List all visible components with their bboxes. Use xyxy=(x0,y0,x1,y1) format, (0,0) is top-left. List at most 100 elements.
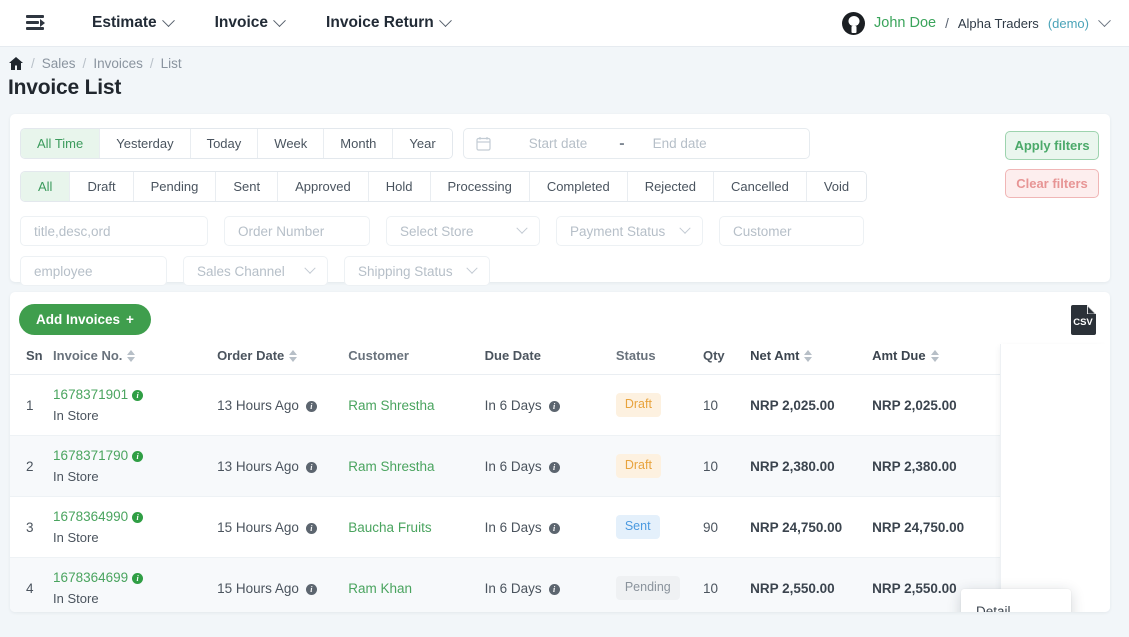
invoice-source: In Store xyxy=(53,408,99,423)
status-filter-pending[interactable]: Pending xyxy=(133,172,217,201)
status-filter-rejected[interactable]: Rejected xyxy=(627,172,714,201)
cell-net-amt: NRP 2,025.00 xyxy=(750,374,873,436)
invoice-number-link[interactable]: 1678364990 xyxy=(53,509,128,524)
status-filter-group: All Draft Pending Sent Approved Hold Pro… xyxy=(20,171,868,202)
column-label-invoice-no: Invoice No. xyxy=(53,348,123,363)
chevron-down-icon xyxy=(466,262,478,274)
column-header-order-date[interactable]: Order Date xyxy=(217,335,349,375)
info-icon[interactable]: i xyxy=(548,583,560,595)
column-header-invoice-no[interactable]: Invoice No. xyxy=(53,335,218,375)
filters-panel: All Time Yesterday Today Week Month Year… xyxy=(10,114,1110,286)
column-header-amt-due[interactable]: Amt Due xyxy=(872,335,998,375)
info-icon[interactable]: i xyxy=(132,451,144,462)
invoice-table: Sn Invoice No. Order Date Customer Due D… xyxy=(10,335,1110,612)
payment-status-dropdown[interactable]: Payment Status xyxy=(556,216,703,246)
time-range-all-time[interactable]: All Time xyxy=(21,129,101,158)
nav-item-estimate[interactable]: Estimate xyxy=(92,13,175,32)
shipping-status-dropdown[interactable]: Shipping Status xyxy=(344,256,490,286)
customer-input[interactable]: Customer xyxy=(719,216,864,246)
cell-status: Draft xyxy=(615,435,703,497)
column-header-net-amt[interactable]: Net Amt xyxy=(750,335,873,375)
user-separator: / xyxy=(945,15,949,31)
customer-link[interactable]: Baucha Fruits xyxy=(348,520,431,535)
invoice-number-link[interactable]: 1678371790 xyxy=(53,448,128,463)
date-range-picker[interactable]: Start date - End date xyxy=(462,128,810,159)
time-range-week[interactable]: Week xyxy=(258,129,325,158)
time-range-month[interactable]: Month xyxy=(324,129,394,158)
info-icon[interactable]: i xyxy=(305,583,317,595)
end-date-input[interactable]: End date xyxy=(653,136,707,151)
hamburger-collapse-icon[interactable] xyxy=(26,14,48,32)
breadcrumb-item-invoices[interactable]: Invoices xyxy=(93,56,143,71)
add-invoices-button[interactable]: Add Invoices + xyxy=(19,304,151,335)
nav-item-invoice-return[interactable]: Invoice Return xyxy=(326,13,452,32)
sort-icon[interactable] xyxy=(289,350,298,362)
info-icon[interactable]: i xyxy=(548,461,560,473)
status-filter-hold[interactable]: Hold xyxy=(368,172,431,201)
sales-channel-dropdown[interactable]: Sales Channel xyxy=(183,256,328,286)
info-icon[interactable]: i xyxy=(548,400,560,412)
sort-icon[interactable] xyxy=(804,350,813,362)
info-icon[interactable]: i xyxy=(548,522,560,534)
status-filter-all[interactable]: All xyxy=(21,172,71,201)
apply-filters-button[interactable]: Apply filters xyxy=(1005,131,1099,160)
breadcrumb-item-sales[interactable]: Sales xyxy=(42,56,76,71)
plus-icon: + xyxy=(126,312,134,327)
date-range-dash: - xyxy=(619,134,625,152)
order-date-value: 13 Hours Ago xyxy=(217,458,299,474)
menu-item-detail[interactable]: Detail xyxy=(961,598,1071,613)
cell-status: Draft xyxy=(615,374,703,436)
cell-net-amt: NRP 2,550.00 xyxy=(750,557,873,612)
customer-link[interactable]: Ram Shrestha xyxy=(348,459,434,474)
info-icon[interactable]: i xyxy=(132,390,144,401)
status-badge: Pending xyxy=(615,576,680,600)
employee-input[interactable]: employee xyxy=(20,256,167,286)
sort-icon[interactable] xyxy=(127,350,136,362)
calendar-icon xyxy=(476,136,491,151)
column-label-order-date: Order Date xyxy=(217,348,285,363)
time-range-yesterday[interactable]: Yesterday xyxy=(100,129,191,158)
csv-download-icon[interactable]: CSV xyxy=(1069,304,1098,335)
column-header-status: Status xyxy=(615,335,703,375)
status-filter-approved[interactable]: Approved xyxy=(278,172,369,201)
cell-invoice-no: 1678371901 i In Store xyxy=(53,374,218,436)
status-filter-void[interactable]: Void xyxy=(806,172,867,201)
select-store-dropdown[interactable]: Select Store xyxy=(386,216,540,246)
info-icon[interactable]: i xyxy=(305,522,317,534)
user-account-menu[interactable]: John Doe / Alpha Traders (demo) xyxy=(842,11,1111,35)
company-name: Alpha Traders xyxy=(957,15,1039,31)
sort-icon[interactable] xyxy=(930,350,940,362)
nav-item-invoice[interactable]: Invoice xyxy=(215,13,286,32)
status-filter-draft[interactable]: Draft xyxy=(70,172,134,201)
info-icon[interactable]: i xyxy=(132,512,144,523)
cell-order-date: 13 Hours Ago i xyxy=(217,374,349,436)
status-filter-sent[interactable]: Sent xyxy=(216,172,279,201)
status-filter-completed[interactable]: Completed xyxy=(529,172,628,201)
due-date-value: In 6 Days xyxy=(484,458,542,474)
status-filter-cancelled[interactable]: Cancelled xyxy=(714,172,807,201)
time-range-year[interactable]: Year xyxy=(393,129,452,158)
info-icon[interactable]: i xyxy=(305,461,317,473)
user-name: John Doe xyxy=(874,15,937,31)
invoice-number-link[interactable]: 1678364699 xyxy=(53,570,128,585)
invoice-source: In Store xyxy=(53,530,99,545)
cell-order-date: 13 Hours Ago i xyxy=(217,435,349,497)
clear-filters-button[interactable]: Clear filters xyxy=(1005,169,1099,198)
cell-status: Pending xyxy=(615,557,703,612)
column-header-customer: Customer xyxy=(348,335,485,375)
info-icon[interactable]: i xyxy=(132,573,144,584)
start-date-input[interactable]: Start date xyxy=(529,136,588,151)
customer-link[interactable]: Ram Shrestha xyxy=(348,398,434,413)
order-number-input[interactable]: Order Number xyxy=(224,216,370,246)
invoice-number-link[interactable]: 1678371901 xyxy=(53,387,128,402)
due-date-value: In 6 Days xyxy=(484,397,542,413)
cell-net-amt: NRP 2,380.00 xyxy=(750,435,873,497)
home-icon[interactable] xyxy=(8,56,24,71)
cell-net-amt: NRP 24,750.00 xyxy=(750,496,873,558)
info-icon[interactable]: i xyxy=(305,400,317,412)
time-range-row: All Time Yesterday Today Week Month Year… xyxy=(10,128,1110,159)
search-input[interactable]: title,desc,ord xyxy=(20,216,208,246)
status-filter-processing[interactable]: Processing xyxy=(430,172,530,201)
customer-link[interactable]: Ram Khan xyxy=(348,581,412,596)
time-range-today[interactable]: Today xyxy=(190,129,259,158)
